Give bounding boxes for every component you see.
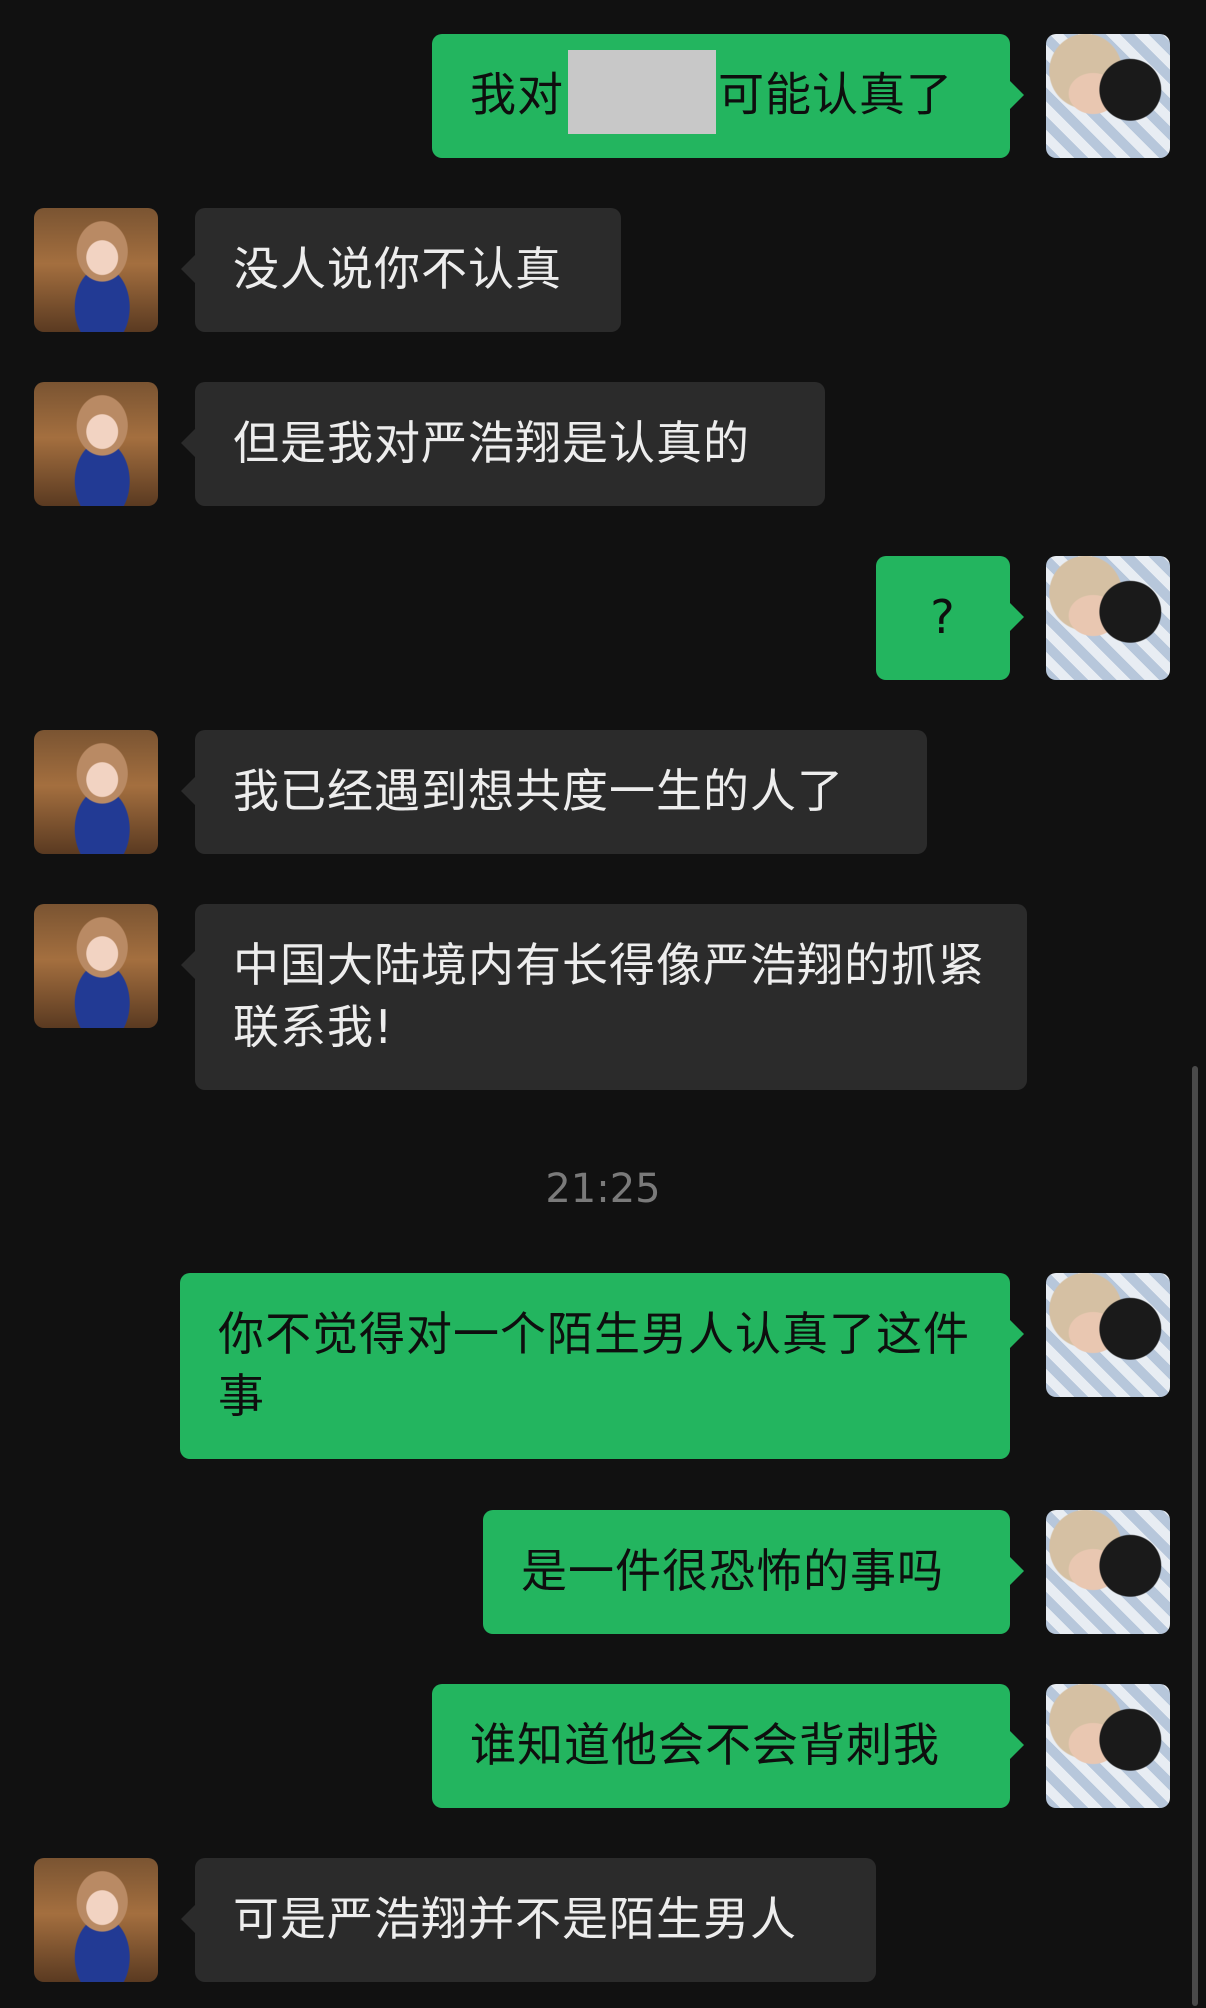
outgoing-message-bubble[interactable]: 你不觉得对一个陌生男人认真了这件事: [180, 1273, 1024, 1459]
incoming-message-bubble[interactable]: 没人说你不认真: [181, 208, 621, 332]
contact-avatar-icon[interactable]: [34, 208, 158, 332]
chat-thread: 我对 可能认真了 没人说你不认真 但是我对严浩翔是认真的 ? 我已经遇到想共度一生…: [0, 0, 1206, 2008]
message-text: 是一件很恐怖的事吗: [521, 1544, 944, 1598]
my-avatar-icon[interactable]: [1046, 34, 1170, 158]
outgoing-message-bubble[interactable]: 我对 可能认真了: [432, 34, 1024, 158]
incoming-message-bubble[interactable]: 可是严浩翔并不是陌生男人: [181, 1858, 876, 1982]
outgoing-message-bubble[interactable]: 谁知道他会不会背刺我: [432, 1684, 1024, 1808]
outgoing-message-bubble[interactable]: 是一件很恐怖的事吗: [483, 1510, 1024, 1634]
message-text: 没人说你不认真: [233, 242, 562, 296]
message-text: 你不觉得对一个陌生男人认真了这件事: [218, 1307, 970, 1423]
my-avatar-icon[interactable]: [1046, 1510, 1170, 1634]
message-text: 我已经遇到想共度一生的人了: [233, 764, 844, 818]
my-avatar-icon[interactable]: [1046, 556, 1170, 680]
message-text: 中国大陆境内有长得像严浩翔的抓紧联系我!: [233, 938, 985, 1054]
outgoing-message-bubble[interactable]: ?: [876, 556, 1024, 680]
message-text: 谁知道他会不会背刺我: [470, 1718, 940, 1772]
message-text: 可是严浩翔并不是陌生男人: [233, 1892, 797, 1946]
incoming-message-bubble[interactable]: 中国大陆境内有长得像严浩翔的抓紧联系我!: [181, 904, 1027, 1090]
incoming-message-bubble[interactable]: 我已经遇到想共度一生的人了: [181, 730, 927, 854]
message-text: 可能认真了: [718, 67, 953, 122]
redacted-name-block: [568, 50, 716, 134]
my-avatar-icon[interactable]: [1046, 1684, 1170, 1808]
message-text: 但是我对严浩翔是认真的: [233, 416, 750, 470]
contact-avatar-icon[interactable]: [34, 1858, 158, 1982]
my-avatar-icon[interactable]: [1046, 1273, 1170, 1397]
message-text: 我对: [470, 67, 564, 122]
message-text: ?: [930, 590, 956, 644]
contact-avatar-icon[interactable]: [34, 730, 158, 854]
timestamp: 21:25: [545, 1166, 661, 1212]
contact-avatar-icon[interactable]: [34, 904, 158, 1028]
contact-avatar-icon[interactable]: [34, 382, 158, 506]
scrollbar[interactable]: [1192, 1066, 1198, 2006]
incoming-message-bubble[interactable]: 但是我对严浩翔是认真的: [181, 382, 825, 506]
